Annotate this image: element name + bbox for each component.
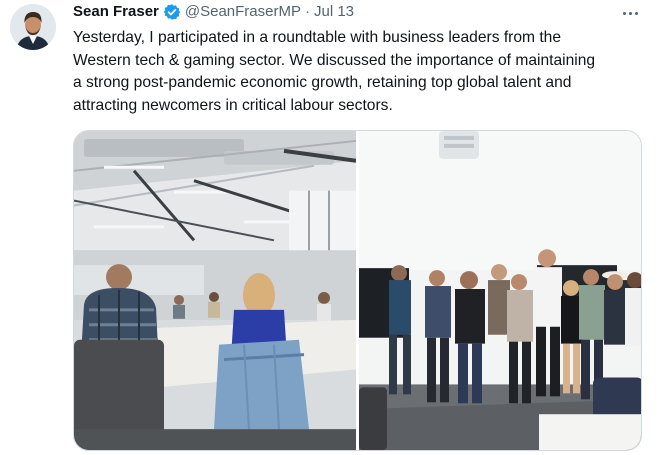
tweet-timestamp[interactable]: Jul 13 [314, 2, 354, 22]
more-options-icon[interactable] [617, 2, 643, 24]
tweet-text-line: Western tech & gaming sector. We discuss… [73, 51, 596, 69]
author-name[interactable]: Sean Fraser [73, 2, 159, 22]
tweet[interactable]: Sean Fraser @SeanFraserMP · Jul 13 Yeste… [0, 0, 665, 455]
avatar-image [10, 4, 56, 50]
tweet-text-line: attracting newcomers in critical labour … [73, 96, 393, 114]
author-avatar[interactable] [10, 4, 56, 50]
tweet-media [73, 130, 642, 451]
group-photo[interactable] [359, 131, 641, 450]
tweet-text: Yesterday, I participated in a roundtabl… [73, 27, 653, 117]
tweet-text-line: a strong post-pandemic economic growth, … [73, 74, 572, 91]
verified-badge-icon [163, 3, 181, 21]
tweet-text-line: Yesterday, I participated in a roundtabl… [73, 29, 562, 46]
author-handle[interactable]: @SeanFraserMP [185, 2, 301, 22]
roundtable-meeting-photo[interactable] [74, 131, 356, 450]
header-separator: · [305, 3, 310, 20]
tweet-header: Sean Fraser @SeanFraserMP · Jul 13 [73, 2, 354, 22]
